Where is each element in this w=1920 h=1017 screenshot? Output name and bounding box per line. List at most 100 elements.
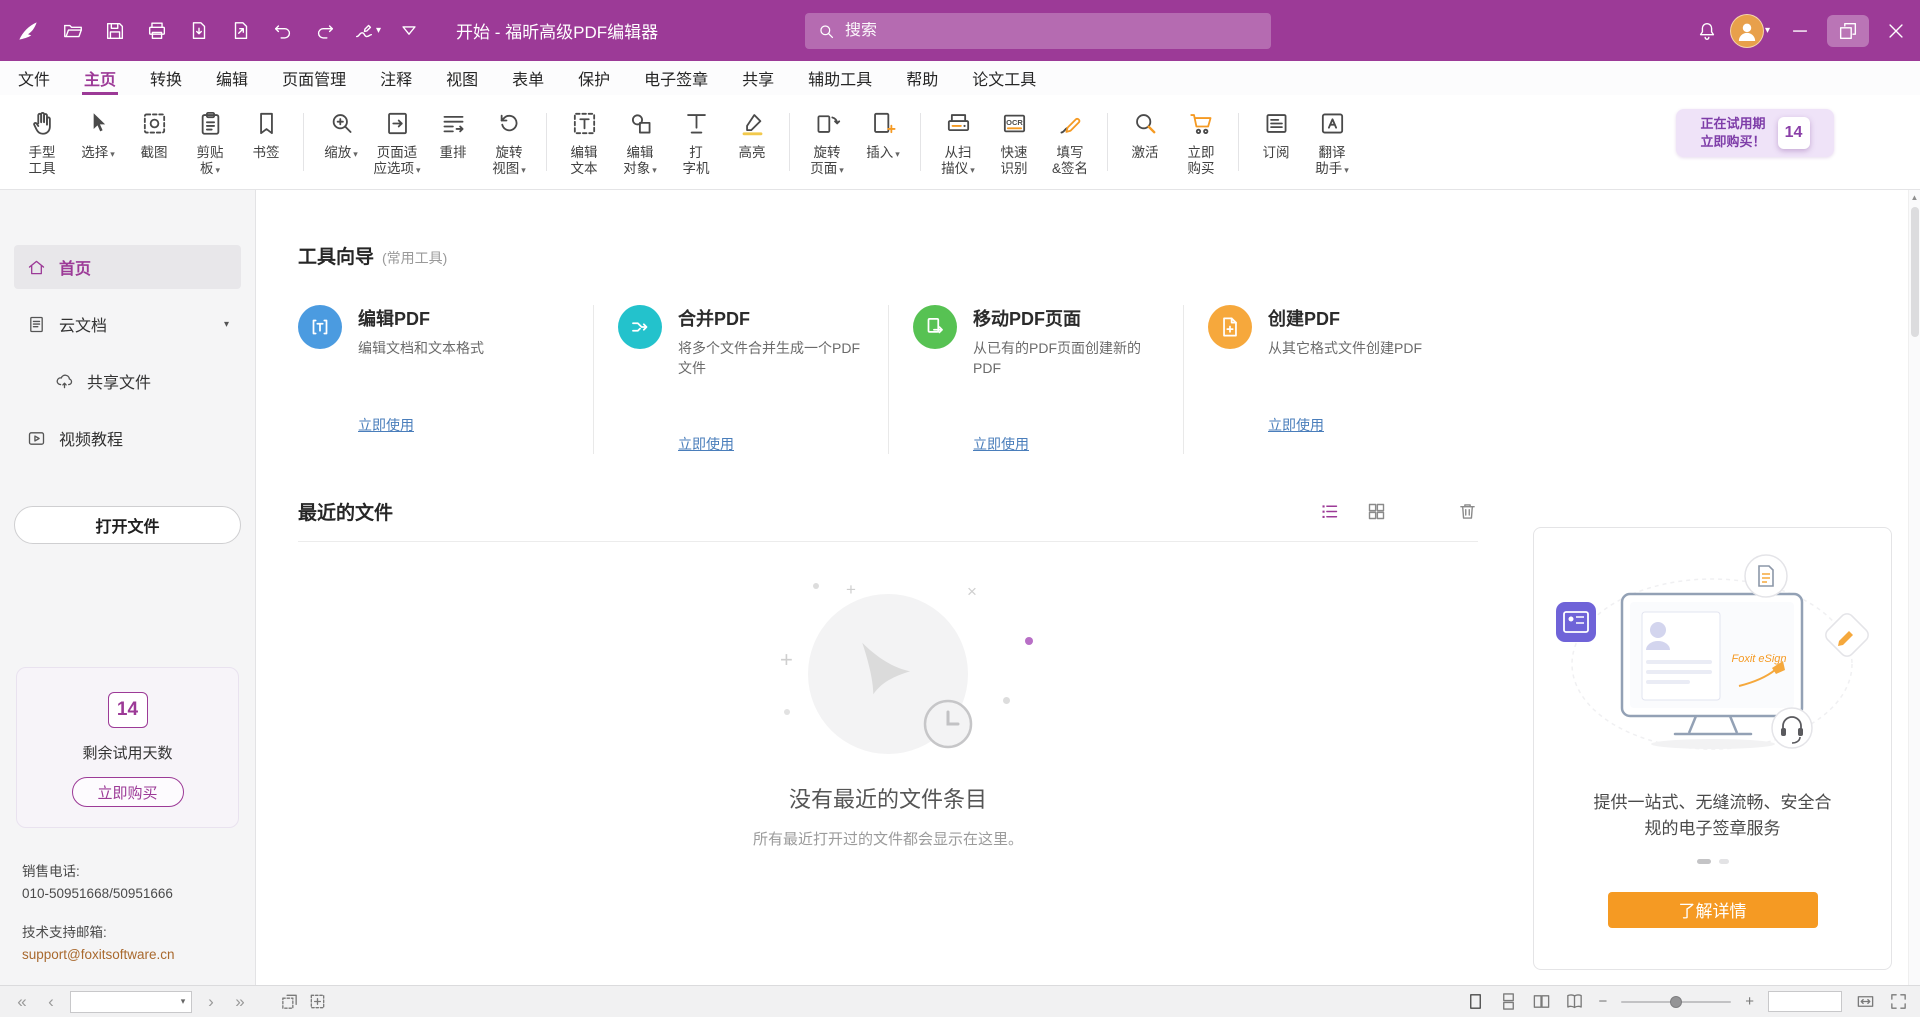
quick-sign-icon[interactable]: ▾ [348,11,386,51]
zoom-slider[interactable] [1621,995,1731,1009]
tool-reflow[interactable]: 重排 [425,99,481,185]
zoom-out-button[interactable]: − [1598,993,1607,1010]
menu-esign[interactable]: 电子签章 [644,61,708,95]
fit-width-icon[interactable] [1856,992,1875,1011]
open-file-icon[interactable] [54,11,92,51]
menu-help[interactable]: 帮助 [906,61,938,95]
prev-page-button[interactable]: ‹ [41,992,61,1012]
tool-subscribe[interactable]: 订阅 [1248,99,1304,185]
page-number-input[interactable] [71,994,175,1009]
tool-insert[interactable]: 插入▾ [855,99,911,185]
fullscreen-icon[interactable] [1889,992,1908,1011]
sidebar-item-video-tutorials[interactable]: 视频教程 [14,416,241,460]
search-input[interactable] [845,22,1259,40]
close-button[interactable] [1872,0,1920,61]
use-now-link[interactable]: 立即使用 [1268,415,1324,435]
continuous-view-icon[interactable] [1499,992,1518,1011]
tool-fill-sign[interactable]: 填写 &签名 [1042,99,1098,185]
sidebar-item-home[interactable]: 首页 [14,245,241,289]
tool-hand[interactable]: 手型 工具 [14,99,70,185]
tool-ocr[interactable]: OCR快速 识别 [986,99,1042,185]
tool-rotate-pages[interactable]: 旋转 页面▾ [799,99,855,185]
learn-more-button[interactable]: 了解详情 [1608,892,1818,928]
menu-convert[interactable]: 转换 [150,61,182,95]
menu-page-manage[interactable]: 页面管理 [282,61,346,95]
menu-protect[interactable]: 保护 [578,61,610,95]
chevron-down-icon[interactable]: ▾ [175,996,191,1007]
tool-zoom[interactable]: 缩放▾ [313,99,369,185]
undo-icon[interactable] [264,11,302,51]
menu-comment[interactable]: 注释 [380,61,412,95]
tool-card-create-pdf[interactable]: 创建PDF 从其它格式文件创建PDF 立即使用 [1183,305,1478,454]
vertical-scrollbar[interactable]: ▲ [1908,190,1920,985]
tool-card-edit-pdf[interactable]: 编辑PDF 编辑文档和文本格式 立即使用 [298,305,593,454]
menu-view[interactable]: 视图 [446,61,478,95]
tool-clipboard[interactable]: 剪贴 板▾ [182,99,238,185]
menu-paper-tools[interactable]: 论文工具 [972,61,1036,95]
tool-from-scanner[interactable]: 从扫 描仪▾ [930,99,986,185]
use-now-link[interactable]: 立即使用 [358,415,414,435]
tool-edit-text[interactable]: 编辑 文本 [556,99,612,185]
trash-icon[interactable] [1457,501,1478,522]
minimize-button[interactable] [1776,0,1824,61]
menu-file[interactable]: 文件 [18,61,50,95]
trial-banner[interactable]: 正在试用期立即购买！ 14 [1676,109,1834,157]
notification-bell-icon[interactable] [1686,10,1728,52]
carousel-dot-active[interactable] [1697,859,1711,864]
single-page-view-icon[interactable] [1466,992,1485,1011]
grid-view-icon[interactable] [1366,501,1387,522]
tool-activate[interactable]: 激活 [1117,99,1173,185]
tool-card-merge-pdf[interactable]: 合并PDF 将多个文件合并生成一个PDF文件 立即使用 [593,305,888,454]
menu-accessibility[interactable]: 辅助工具 [808,61,872,95]
carousel-dot[interactable] [1719,859,1729,864]
export-pdf-icon[interactable] [180,11,218,51]
save-icon[interactable] [96,11,134,51]
search-box[interactable] [805,13,1271,49]
tool-select[interactable]: 选择▾ [70,99,126,185]
avatar[interactable] [1730,14,1764,48]
scroll-up-icon[interactable]: ▲ [1909,190,1920,205]
zoom-value-box[interactable] [1768,991,1842,1012]
open-file-button[interactable]: 打开文件 [14,506,241,544]
redo-icon[interactable] [306,11,344,51]
sidebar-item-cloud-docs[interactable]: 云文档 ▾ [14,302,241,346]
tool-translate[interactable]: 翻译 助手▾ [1304,99,1360,185]
clipboard-tool-icon[interactable] [308,992,327,1011]
snapshot-tool-icon[interactable] [280,992,299,1011]
collapse-ribbon-icon[interactable] [390,11,428,51]
sidebar-item-shared-files[interactable]: 共享文件 [14,359,241,403]
restore-button[interactable] [1824,0,1872,61]
tool-highlight[interactable]: 高亮 [724,99,780,185]
use-now-link[interactable]: 立即使用 [678,434,734,454]
two-page-view-icon[interactable] [1532,992,1551,1011]
tool-buy-now[interactable]: 立即 购买 [1173,99,1229,185]
zoom-in-button[interactable]: + [1745,993,1754,1010]
use-now-link[interactable]: 立即使用 [973,434,1029,454]
menu-home[interactable]: 主页 [84,61,116,95]
list-view-icon[interactable] [1319,501,1340,522]
chevron-down-icon[interactable]: ▾ [224,319,229,330]
zoom-slider-thumb[interactable] [1670,996,1682,1008]
tool-snapshot[interactable]: 截图 [126,99,182,185]
menu-share[interactable]: 共享 [742,61,774,95]
menu-edit[interactable]: 编辑 [216,61,248,95]
share-file-icon[interactable] [222,11,260,51]
support-email-link[interactable]: support@foxitsoftware.cn [22,944,233,966]
book-view-icon[interactable] [1565,992,1584,1011]
chevron-down-icon[interactable]: ▾ [1765,25,1770,36]
first-page-button[interactable]: « [12,992,32,1012]
tool-card-move-pdf-pages[interactable]: 移动PDF页面 从已有的PDF页面创建新的PDF 立即使用 [888,305,1183,454]
account-menu[interactable]: ▾ [1730,14,1770,48]
tool-rotate-view[interactable]: 旋转 视图▾ [481,99,537,185]
print-icon[interactable] [138,11,176,51]
buy-now-button[interactable]: 立即购买 [72,777,184,807]
menu-form[interactable]: 表单 [512,61,544,95]
last-page-button[interactable]: » [230,992,250,1012]
scrollbar-thumb[interactable] [1911,207,1919,337]
tool-fit-page[interactable]: 页面适 应选项▾ [369,99,425,185]
tool-bookmark[interactable]: 书签 [238,99,294,185]
next-page-button[interactable]: › [201,992,221,1012]
tool-edit-object[interactable]: 编辑 对象▾ [612,99,668,185]
tool-typewriter[interactable]: 打 字机 [668,99,724,185]
page-number-box[interactable]: ▾ [70,991,192,1013]
